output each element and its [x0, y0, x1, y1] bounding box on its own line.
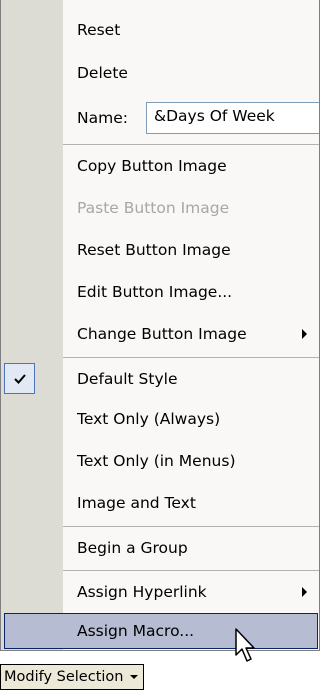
menu-item-image-and-text[interactable]: Image and Text	[63, 485, 319, 521]
menu-separator	[63, 526, 319, 527]
menu-item-label: Edit Button Image...	[77, 283, 233, 301]
submenu-arrow-icon	[302, 329, 307, 339]
menu-item-default-style[interactable]: Default Style	[63, 360, 319, 398]
menu-item-text-only-always[interactable]: Text Only (Always)	[63, 401, 319, 437]
dropdown-arrow-icon	[130, 675, 139, 679]
menu-item-label: Assign Macro...	[77, 622, 195, 640]
menu-item-label: Assign Hyperlink	[77, 583, 207, 601]
menu-item-label: Change Button Image	[77, 325, 247, 343]
check-icon	[4, 363, 35, 394]
mouse-pointer-icon	[235, 628, 255, 662]
menu-item-assign-macro[interactable]: Assign Macro...	[4, 613, 318, 649]
context-menu: Reset Delete Name: &Days Of Week Copy Bu…	[0, 0, 320, 651]
menu-item-label: Default Style	[77, 370, 178, 388]
submenu-arrow-icon	[302, 587, 307, 597]
menu-item-label: Begin a Group	[77, 539, 188, 557]
menu-separator	[63, 357, 319, 358]
menu-item-label: Text Only (Always)	[77, 410, 221, 428]
menu-item-label: Copy Button Image	[77, 157, 227, 175]
menu-item-label: Text Only (in Menus)	[77, 452, 236, 470]
menu-item-assign-hyperlink[interactable]: Assign Hyperlink	[63, 574, 319, 610]
menu-separator	[63, 570, 319, 571]
menu-separator	[63, 144, 319, 145]
name-input[interactable]: &Days Of Week	[146, 102, 319, 134]
menu-item-label: Paste Button Image	[77, 199, 230, 217]
modify-selection-button[interactable]: Modify Selection	[0, 664, 144, 690]
menu-item-change-button-image[interactable]: Change Button Image	[63, 316, 319, 352]
menu-item-paste-button-image: Paste Button Image	[63, 190, 319, 226]
menu-item-label: Reset Button Image	[77, 241, 231, 259]
menu-item-begin-group[interactable]: Begin a Group	[63, 530, 319, 566]
name-label: Name:	[77, 109, 128, 127]
menu-item-copy-button-image[interactable]: Copy Button Image	[63, 148, 319, 184]
menu-item-label: Reset	[77, 21, 121, 39]
menu-item-text-only-menus[interactable]: Text Only (in Menus)	[63, 443, 319, 479]
menu-item-label: Delete	[77, 64, 128, 82]
menu-item-label: Image and Text	[77, 494, 196, 512]
menu-item-delete[interactable]: Delete	[63, 59, 319, 87]
menu-item-reset[interactable]: Reset	[63, 16, 319, 44]
menu-item-edit-button-image[interactable]: Edit Button Image...	[63, 274, 319, 310]
menu-gutter	[1, 0, 63, 650]
modify-selection-label: Modify Selection	[4, 669, 124, 685]
menu-item-reset-button-image[interactable]: Reset Button Image	[63, 232, 319, 268]
